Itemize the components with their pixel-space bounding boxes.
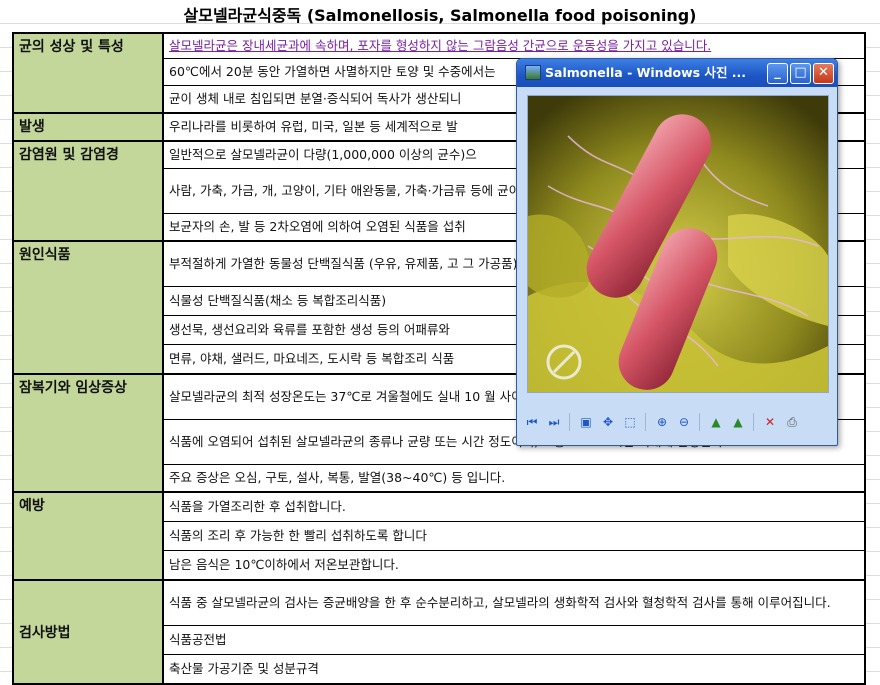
category-causative-food[interactable]: 원인식품 xyxy=(12,240,164,375)
salmonella-micrograph-image xyxy=(528,96,828,392)
table-cell[interactable]: 식품공전법 xyxy=(162,625,866,655)
slideshow-icon[interactable]: ✥ xyxy=(599,413,617,431)
actual-size-icon[interactable]: ▣ xyxy=(577,413,595,431)
table-cell[interactable]: 축산물 가공기준 및 성분규격 xyxy=(162,654,866,685)
table-cell[interactable]: 주요 증상은 오심, 구토, 설사, 복통, 발열(38~40℃) 등 입니다. xyxy=(162,464,866,493)
next-icon[interactable]: ⏭ xyxy=(545,413,563,431)
close-x-icon[interactable]: ✕ xyxy=(761,413,779,431)
category-test-method[interactable]: 검사방법 xyxy=(12,579,164,685)
zoom-out-icon[interactable]: ⊖ xyxy=(675,413,693,431)
table-cell[interactable]: 남은 음식은 10℃이하에서 저온보관합니다. xyxy=(162,550,866,581)
sheet-title: 살모넬라균식중독 (Salmonellosis, Salmonella food… xyxy=(183,6,697,25)
window-title: Salmonella - Windows 사진 ... xyxy=(545,65,747,80)
rotate-ccw-icon[interactable]: ▲ xyxy=(707,413,725,431)
viewer-toolbar: ⏮ ⏭ ▣ ✥ ⬚ ⊕ ⊖ ▲ ▲ ✕ ⎙ xyxy=(517,409,837,439)
zoom-in-icon[interactable]: ⊕ xyxy=(653,413,671,431)
minimize-button[interactable]: _ xyxy=(767,63,788,84)
delete-icon[interactable]: ⬚ xyxy=(621,413,639,431)
print-icon[interactable]: ⎙ xyxy=(783,413,801,431)
table-cell[interactable]: 식품의 조리 후 가능한 한 빨리 섭취하도록 합니다 xyxy=(162,521,866,551)
photo-viewer-app-icon xyxy=(525,65,541,80)
category-incubation-symptoms[interactable]: 잠복기와 임상증상 xyxy=(12,373,164,493)
category-characteristics[interactable]: 균의 성상 및 특성 xyxy=(12,32,164,114)
table-cell[interactable]: 살모넬라균은 장내세균과에 속하며, 포자를 형성하지 않는 그람음성 간균으로… xyxy=(162,32,866,59)
image-view[interactable] xyxy=(527,95,829,393)
category-prevention[interactable]: 예방 xyxy=(12,491,164,581)
table-cell[interactable]: 식품을 가열조리한 후 섭취합니다. xyxy=(162,491,866,522)
previous-icon[interactable]: ⏮ xyxy=(523,413,541,431)
category-occurrence[interactable]: 발생 xyxy=(12,112,164,142)
close-button[interactable]: ✕ xyxy=(813,63,834,84)
maximize-button[interactable]: □ xyxy=(790,63,811,84)
table-cell[interactable]: 식품 중 살모넬라균의 검사는 증균배양을 한 후 순수분리하고, 살모넬라의 … xyxy=(162,579,866,626)
photo-viewer-window[interactable]: Salmonella - Windows 사진 ... _ □ ✕ ⏮ ⏭ ▣ … xyxy=(516,58,838,446)
window-titlebar[interactable]: Salmonella - Windows 사진 ... _ □ ✕ xyxy=(517,59,837,87)
category-infection-source[interactable]: 감염원 및 감염경 xyxy=(12,140,164,242)
rotate-cw-icon[interactable]: ▲ xyxy=(729,413,747,431)
